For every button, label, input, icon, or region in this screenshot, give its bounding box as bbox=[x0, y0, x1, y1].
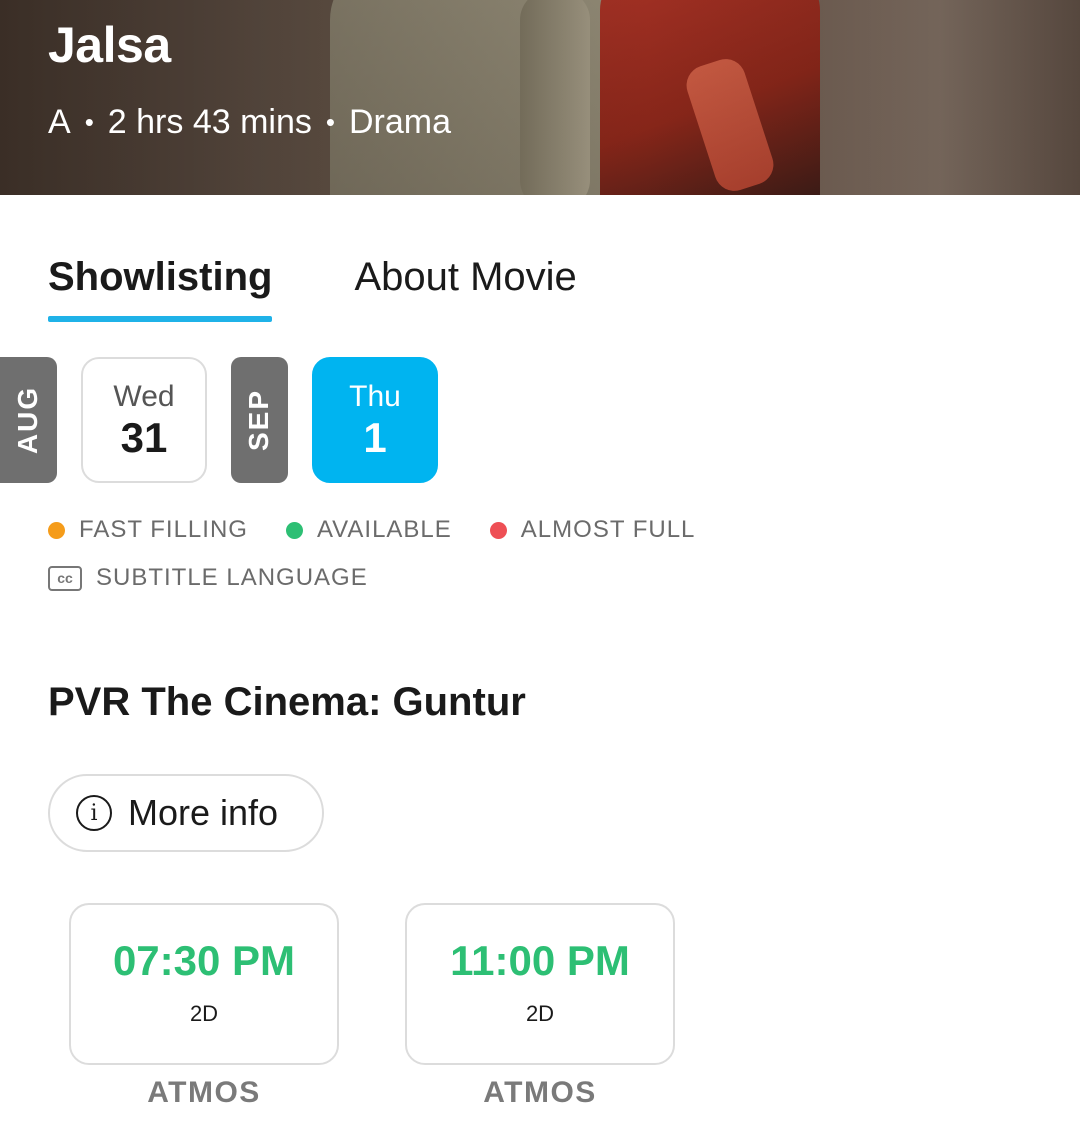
legend-label: ALMOST FULL bbox=[520, 516, 696, 543]
info-icon: i bbox=[76, 795, 112, 831]
subtitle-language-label: SUBTITLE LANGUAGE bbox=[96, 564, 368, 591]
showtime-time: 07:30 PM bbox=[112, 937, 296, 984]
tab-showlisting[interactable]: Showlisting bbox=[48, 255, 273, 322]
movie-genre: Drama bbox=[349, 103, 452, 141]
showtime-format: 2D bbox=[189, 1001, 219, 1026]
date-weekday: Wed bbox=[113, 379, 175, 413]
meta-separator: • bbox=[84, 107, 94, 137]
more-info-label: More info bbox=[128, 792, 279, 833]
showtime-sound-label: ATMOS bbox=[147, 1076, 261, 1109]
cinema-name: PVR The Cinema: Guntur bbox=[48, 680, 526, 724]
showtime-time: 11:00 PM bbox=[450, 937, 630, 984]
availability-legend: FAST FILLING AVAILABLE ALMOST FULL bbox=[48, 516, 695, 544]
date-card-wed-31[interactable]: Wed 31 bbox=[81, 357, 207, 483]
almost-full-dot-icon bbox=[489, 521, 507, 539]
legend-almost-full: ALMOST FULL bbox=[489, 516, 696, 544]
date-weekday: Thu bbox=[349, 379, 401, 413]
more-info-button[interactable]: i More info bbox=[48, 774, 324, 852]
tab-bar: Showlisting About Movie bbox=[48, 255, 577, 322]
movie-hero-banner: Jalsa A • 2 hrs 43 mins • Drama bbox=[0, 0, 1080, 195]
tab-about-movie[interactable]: About Movie bbox=[354, 255, 576, 322]
month-text: SEP bbox=[243, 388, 275, 452]
movie-title: Jalsa bbox=[48, 17, 171, 73]
month-label-aug: AUG bbox=[0, 357, 57, 483]
date-day-number: 1 bbox=[363, 413, 387, 461]
subtitle-language-legend: cc SUBTITLE LANGUAGE bbox=[48, 564, 368, 592]
movie-meta: A • 2 hrs 43 mins • Drama bbox=[48, 103, 451, 142]
legend-label: AVAILABLE bbox=[316, 516, 452, 543]
month-text: AUG bbox=[12, 385, 44, 455]
showtime-button-0730pm[interactable]: 07:30 PM 2D bbox=[69, 903, 339, 1065]
date-card-thu-1[interactable]: Thu 1 bbox=[312, 357, 438, 483]
showtime-sound-label: ATMOS bbox=[483, 1076, 597, 1109]
date-day-number: 31 bbox=[120, 413, 168, 461]
movie-duration: 2 hrs 43 mins bbox=[107, 103, 312, 141]
meta-separator: • bbox=[325, 107, 335, 137]
closed-caption-icon: cc bbox=[48, 565, 82, 591]
legend-label: FAST FILLING bbox=[79, 516, 248, 543]
month-label-sep: SEP bbox=[231, 357, 288, 483]
movie-certificate: A bbox=[48, 103, 71, 141]
available-dot-icon bbox=[285, 521, 303, 539]
legend-fast-filling: FAST FILLING bbox=[48, 516, 248, 544]
fast-filling-dot-icon bbox=[48, 521, 65, 539]
legend-available: AVAILABLE bbox=[285, 516, 452, 544]
showtime-format: 2D bbox=[525, 1001, 555, 1026]
showtime-button-1100pm[interactable]: 11:00 PM 2D bbox=[405, 903, 675, 1065]
